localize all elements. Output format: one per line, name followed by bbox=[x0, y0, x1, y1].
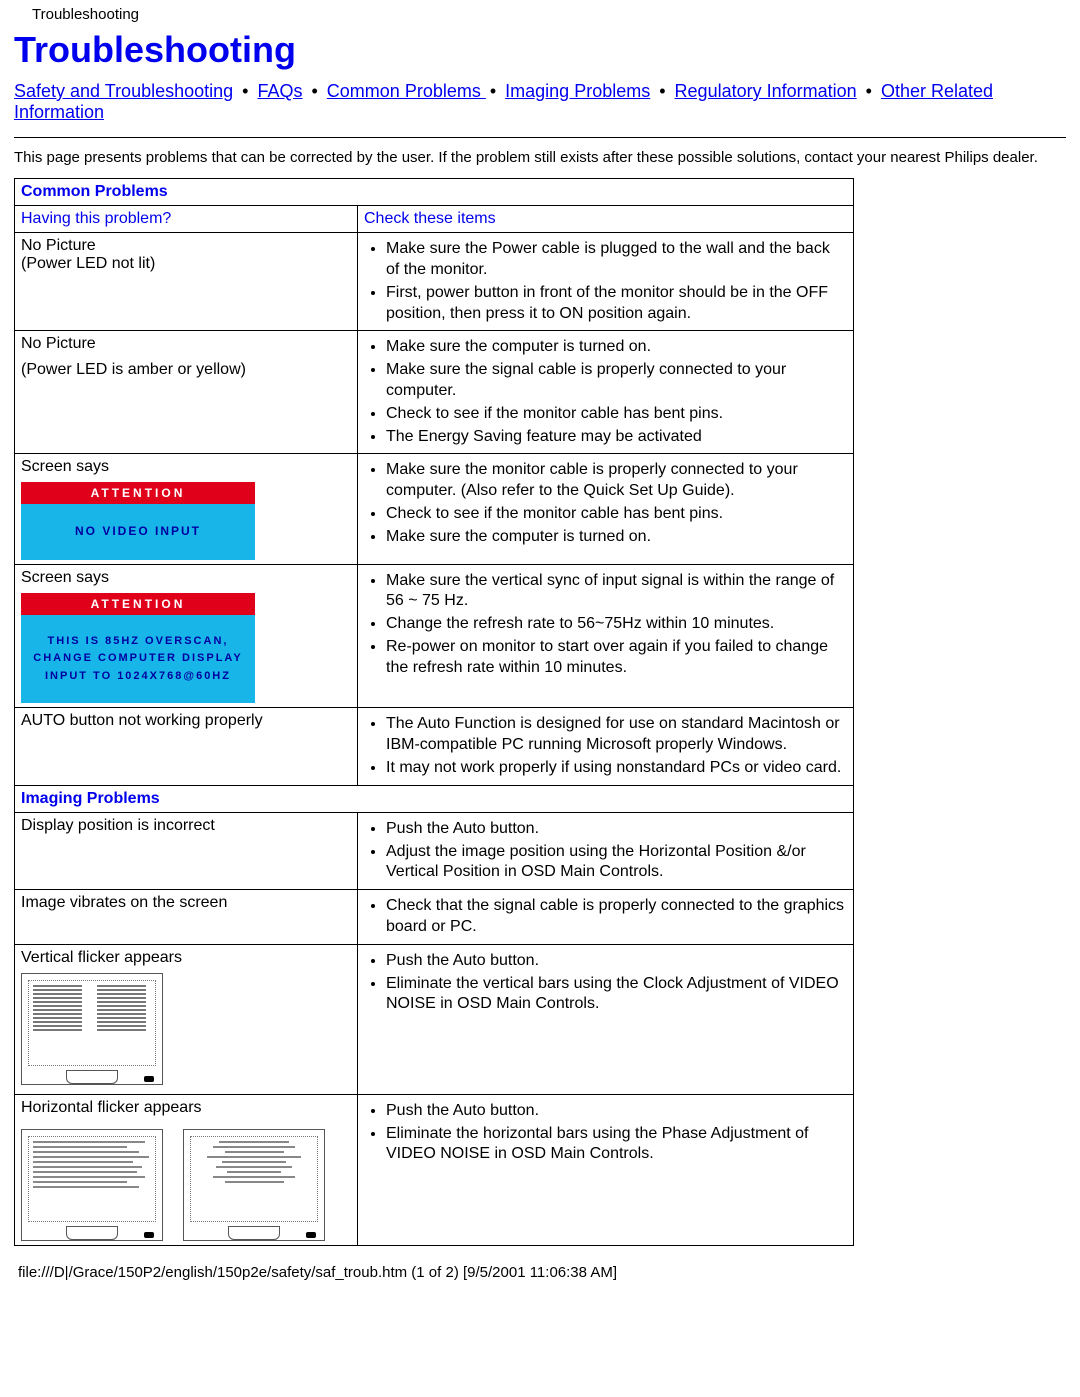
check-cell: Check that the signal cable is properly … bbox=[358, 890, 854, 945]
link-regulatory[interactable]: Regulatory Information bbox=[675, 81, 857, 101]
check-cell: Make sure the computer is turned on. Mak… bbox=[358, 331, 854, 454]
section-row: Common Problems bbox=[15, 179, 854, 206]
problem-cell: Image vibrates on the screen bbox=[15, 890, 358, 945]
link-imaging-problems[interactable]: Imaging Problems bbox=[505, 81, 650, 101]
table-row: Vertical flicker appears Push the Auto b… bbox=[15, 944, 854, 1094]
table-row: Image vibrates on the screen Check that … bbox=[15, 890, 854, 945]
list-item: Make sure the signal cable is properly c… bbox=[386, 360, 847, 402]
separator: • bbox=[302, 81, 326, 101]
list-item: First, power button in front of the moni… bbox=[386, 283, 847, 325]
header-row: Having this problem? Check these items bbox=[15, 206, 854, 233]
osd-attention-label: ATTENTION bbox=[21, 593, 255, 615]
list-item: Push the Auto button. bbox=[386, 819, 847, 840]
col-having-problem: Having this problem? bbox=[15, 206, 358, 233]
link-faqs[interactable]: FAQs bbox=[257, 81, 302, 101]
problem-text: AUTO button not working properly bbox=[21, 712, 351, 730]
check-cell: The Auto Function is designed for use on… bbox=[358, 708, 854, 785]
page-title: Troubleshooting bbox=[14, 29, 1066, 71]
check-cell: Make sure the vertical sync of input sig… bbox=[358, 564, 854, 708]
table-row: Horizontal flicker appears bbox=[15, 1094, 854, 1245]
problem-text: Image vibrates on the screen bbox=[21, 894, 351, 912]
separator: • bbox=[233, 81, 257, 101]
troubleshooting-table: Common Problems Having this problem? Che… bbox=[14, 178, 854, 1246]
osd-line: CHANGE COMPUTER DISPLAY bbox=[33, 652, 242, 664]
problem-cell: Horizontal flicker appears bbox=[15, 1094, 358, 1245]
list-item: Eliminate the horizontal bars using the … bbox=[386, 1124, 847, 1166]
list-item: Push the Auto button. bbox=[386, 1101, 847, 1122]
osd-attention-box: ATTENTION NO VIDEO INPUT bbox=[21, 482, 255, 559]
divider bbox=[14, 137, 1066, 138]
footer-path: file:///D|/Grace/150P2/english/150p2e/sa… bbox=[0, 1246, 1080, 1289]
check-cell: Push the Auto button. Eliminate the vert… bbox=[358, 944, 854, 1094]
list-item: Make sure the computer is turned on. bbox=[386, 337, 847, 358]
problem-cell: No Picture (Power LED is amber or yellow… bbox=[15, 331, 358, 454]
separator: • bbox=[650, 81, 674, 101]
section-common-problems: Common Problems bbox=[15, 179, 854, 206]
problem-cell: Screen says ATTENTION NO VIDEO INPUT bbox=[15, 454, 358, 564]
check-cell: Push the Auto button. Eliminate the hori… bbox=[358, 1094, 854, 1245]
problem-text: (Power LED not lit) bbox=[21, 255, 351, 273]
problem-text: No Picture bbox=[21, 335, 351, 353]
problem-text: Display position is incorrect bbox=[21, 817, 351, 835]
link-common-problems[interactable]: Common Problems bbox=[327, 81, 486, 101]
list-item: Check to see if the monitor cable has be… bbox=[386, 504, 847, 525]
osd-attention-label: ATTENTION bbox=[21, 482, 255, 504]
section-row: Imaging Problems bbox=[15, 785, 854, 812]
monitor-vertical-flicker-icon bbox=[21, 973, 163, 1085]
table-row: Screen says ATTENTION THIS IS 85HZ OVERS… bbox=[15, 564, 854, 708]
osd-line: INPUT TO 1024X768@60HZ bbox=[45, 670, 231, 682]
problem-cell: Display position is incorrect bbox=[15, 812, 358, 889]
check-cell: Make sure the monitor cable is properly … bbox=[358, 454, 854, 564]
table-row: No Picture (Power LED is amber or yellow… bbox=[15, 331, 854, 454]
list-item: Check that the signal cable is properly … bbox=[386, 896, 847, 938]
problem-text: No Picture bbox=[21, 237, 351, 255]
link-safety[interactable]: Safety and Troubleshooting bbox=[14, 81, 233, 101]
osd-line: THIS IS 85HZ OVERSCAN, bbox=[48, 635, 229, 647]
problem-text: Screen says bbox=[21, 458, 351, 476]
problem-cell: No Picture (Power LED not lit) bbox=[15, 233, 358, 331]
problem-text: Screen says bbox=[21, 569, 351, 587]
list-item: Make sure the monitor cable is properly … bbox=[386, 460, 847, 502]
list-item: It may not work properly if using nonsta… bbox=[386, 758, 847, 779]
table-row: Display position is incorrect Push the A… bbox=[15, 812, 854, 889]
problem-text: (Power LED is amber or yellow) bbox=[21, 361, 351, 379]
list-item: Push the Auto button. bbox=[386, 951, 847, 972]
list-item: Check to see if the monitor cable has be… bbox=[386, 404, 847, 425]
problem-cell: Vertical flicker appears bbox=[15, 944, 358, 1094]
list-item: Re-power on monitor to start over again … bbox=[386, 637, 847, 679]
list-item: The Energy Saving feature may be activat… bbox=[386, 427, 847, 448]
problem-cell: AUTO button not working properly bbox=[15, 708, 358, 785]
problem-text: Horizontal flicker appears bbox=[21, 1099, 351, 1117]
separator: • bbox=[857, 81, 881, 101]
table-row: No Picture (Power LED not lit) Make sure… bbox=[15, 233, 854, 331]
problem-cell: Screen says ATTENTION THIS IS 85HZ OVERS… bbox=[15, 564, 358, 708]
osd-attention-box: ATTENTION THIS IS 85HZ OVERSCAN, CHANGE … bbox=[21, 593, 255, 704]
list-item: Eliminate the vertical bars using the Cl… bbox=[386, 974, 847, 1016]
table-row: AUTO button not working properly The Aut… bbox=[15, 708, 854, 785]
section-imaging-problems: Imaging Problems bbox=[15, 785, 854, 812]
table-row: Screen says ATTENTION NO VIDEO INPUT Mak… bbox=[15, 454, 854, 564]
list-item: The Auto Function is designed for use on… bbox=[386, 714, 847, 756]
check-cell: Push the Auto button. Adjust the image p… bbox=[358, 812, 854, 889]
monitor-horizontal-flicker-icon bbox=[21, 1129, 163, 1241]
monitor-horizontal-flicker-icon bbox=[183, 1129, 325, 1241]
check-cell: Make sure the Power cable is plugged to … bbox=[358, 233, 854, 331]
list-item: Make sure the vertical sync of input sig… bbox=[386, 571, 847, 613]
col-check-items: Check these items bbox=[358, 206, 854, 233]
list-item: Make sure the Power cable is plugged to … bbox=[386, 239, 847, 281]
problem-text: Vertical flicker appears bbox=[21, 949, 351, 967]
osd-message: THIS IS 85HZ OVERSCAN, CHANGE COMPUTER D… bbox=[21, 615, 255, 704]
list-item: Adjust the image position using the Hori… bbox=[386, 842, 847, 884]
separator: • bbox=[486, 81, 505, 101]
list-item: Change the refresh rate to 56~75Hz withi… bbox=[386, 614, 847, 635]
list-item: Make sure the computer is turned on. bbox=[386, 527, 847, 548]
osd-message: NO VIDEO INPUT bbox=[21, 504, 255, 559]
nav-links: Safety and Troubleshooting • FAQs • Comm… bbox=[14, 81, 1066, 123]
header-breadcrumb: Troubleshooting bbox=[14, 0, 1066, 25]
intro-text: This page presents problems that can be … bbox=[14, 148, 1066, 168]
